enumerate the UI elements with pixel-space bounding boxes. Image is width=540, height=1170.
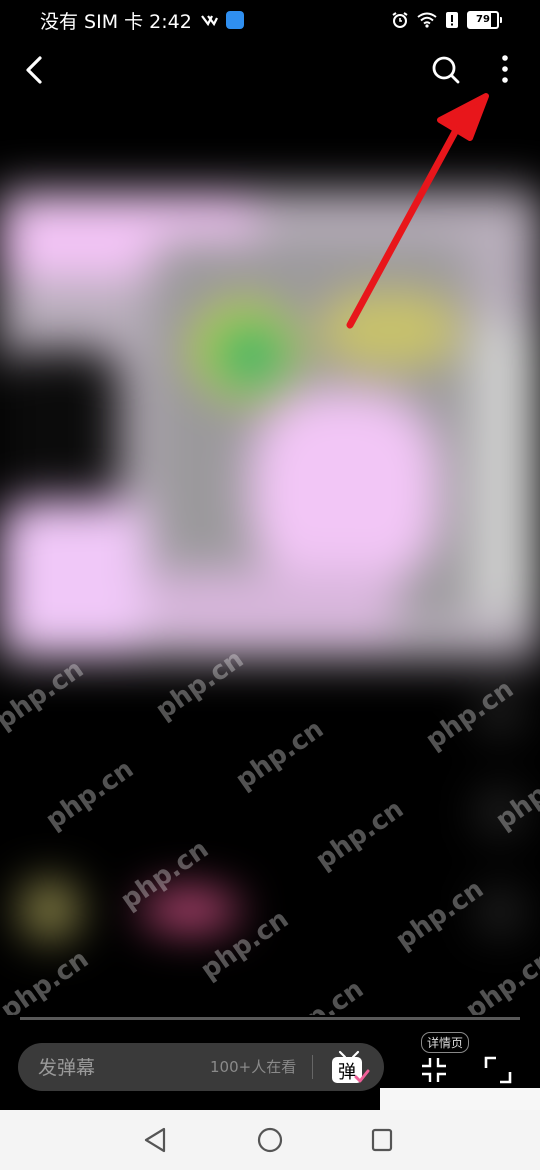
status-bar: 没有 SIM 卡 2:42 79 xyxy=(0,0,540,40)
blurred-video-content xyxy=(0,100,540,1015)
back-icon xyxy=(26,56,42,84)
search-button[interactable] xyxy=(428,52,464,88)
battery-icon: 79 xyxy=(467,11,502,29)
app-notification-icon xyxy=(225,11,244,29)
nav-recent-icon[interactable] xyxy=(370,1127,394,1153)
danmaku-bar: 100+人在看 弹 xyxy=(18,1043,384,1093)
danmaku-input[interactable] xyxy=(36,1043,190,1093)
avatar-blur xyxy=(20,880,80,940)
nav-home-icon[interactable] xyxy=(256,1126,284,1154)
alarm-icon xyxy=(391,11,409,29)
pill-divider xyxy=(312,1055,313,1079)
danmaku-tv-icon: 弹 xyxy=(332,1050,370,1083)
video-blob-pink-center xyxy=(250,390,440,590)
video-blob-green xyxy=(215,325,285,385)
top-nav xyxy=(0,40,540,100)
video-blob-light-right xyxy=(470,320,540,620)
battery-level: 79 xyxy=(467,11,499,29)
back-button[interactable] xyxy=(20,52,52,88)
fullscreen-icon[interactable] xyxy=(484,1056,512,1084)
nav-back-icon[interactable] xyxy=(142,1126,168,1154)
viewer-count: 100+人在看 xyxy=(210,1058,297,1076)
detail-label: 详情页 xyxy=(421,1032,470,1053)
shrink-icon xyxy=(422,1058,446,1082)
alert-icon xyxy=(445,11,459,29)
video-player[interactable]: php.cn php.cn php.cn php.cn php.cn php.c… xyxy=(0,100,540,1015)
battery-tip xyxy=(500,17,502,23)
data-saver-icon xyxy=(200,12,218,28)
more-icon xyxy=(502,55,508,83)
search-icon xyxy=(432,56,460,84)
status-right: 79 xyxy=(391,11,502,29)
carrier-time: 没有 SIM 卡 2:42 xyxy=(40,10,192,33)
danmaku-toggle-button[interactable]: 弹 xyxy=(326,1047,372,1087)
video-blob-olive xyxy=(320,290,460,370)
status-left: 没有 SIM 卡 2:42 xyxy=(40,7,244,34)
system-nav-bar xyxy=(0,1110,540,1170)
video-blob-pink-bottom xyxy=(150,570,400,640)
more-options-button[interactable] xyxy=(492,52,518,88)
video-blob-pink-left xyxy=(0,500,150,650)
wifi-icon xyxy=(417,12,437,28)
danmaku-toggle-label: 弹 xyxy=(338,1062,356,1083)
